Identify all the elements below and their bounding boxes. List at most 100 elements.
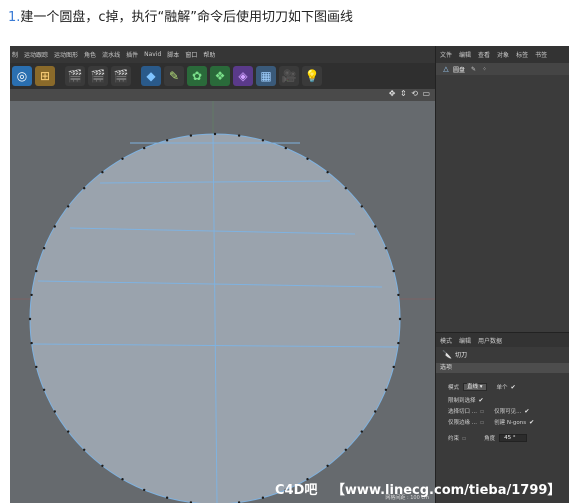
menu-item-3[interactable]: 角色 xyxy=(84,50,96,59)
mode-label: 模式 xyxy=(448,385,460,391)
edges-only-row: 仅限边缘 ... ▫ 创建 N-gons ✔ xyxy=(448,418,534,427)
menu-item-0[interactable]: 制 xyxy=(12,50,18,59)
attribute-tabs: 模式 编辑 用户数据 xyxy=(436,333,569,347)
edges-only-checkbox[interactable]: ▫ xyxy=(480,419,484,426)
object-menu-item-0[interactable]: 文件 xyxy=(440,50,452,59)
object-manager-menu: 文件 编辑 查看 对象 标签 书签 xyxy=(436,46,569,63)
menu-item-6[interactable]: Navid xyxy=(144,51,161,58)
mode-dropdown[interactable]: 直线 ▾ xyxy=(463,383,487,391)
render-region-icon[interactable]: 🎬 xyxy=(88,66,108,86)
restrict-row: 限制到选择 ✔ xyxy=(448,396,484,405)
menu-item-9[interactable]: 帮助 xyxy=(203,50,215,59)
render-view-icon[interactable]: 🎬 xyxy=(65,66,85,86)
vertex-point xyxy=(143,146,146,150)
vertex-point xyxy=(397,341,400,345)
vertex-point xyxy=(101,464,104,467)
vertex-point xyxy=(83,448,86,451)
vertex-point xyxy=(121,478,124,481)
vertex-point xyxy=(397,293,400,297)
vertex-point xyxy=(392,365,395,369)
vertex-point xyxy=(42,388,46,391)
vertex-point xyxy=(261,139,265,142)
viewport-header: ✥ ⇕ ⟲ ▭ xyxy=(10,89,435,101)
angle-input[interactable]: 45 ° xyxy=(499,434,528,442)
options-section[interactable]: 选项 xyxy=(436,363,569,373)
constrain-row: 约束 ▫ 角度 45 ° xyxy=(448,434,528,442)
menu-item-4[interactable]: 流水线 xyxy=(102,50,120,59)
vertex-point xyxy=(35,269,38,273)
object-menu-item-4[interactable]: 标签 xyxy=(516,50,528,59)
polygon-object-icon: △ xyxy=(443,65,449,73)
create-ngons-checkbox[interactable]: ✔ xyxy=(529,419,534,426)
select-cut-row: 选择切口 ... ▫ 仅限可见... ✔ xyxy=(448,407,529,416)
vertex-point xyxy=(53,225,56,228)
object-tags[interactable]: ✎ ⁘ xyxy=(471,66,489,73)
visible-only-checkbox[interactable]: ✔ xyxy=(524,408,529,415)
attribute-tab-1[interactable]: 编辑 xyxy=(459,336,471,345)
watermark-brand: C4D吧 xyxy=(275,483,318,498)
vertex-point xyxy=(384,388,388,391)
object-menu-item-1[interactable]: 编辑 xyxy=(459,50,471,59)
edges-only-label: 仅限边缘 ... xyxy=(448,420,477,426)
restrict-checkbox[interactable]: ✔ xyxy=(479,397,484,404)
attribute-tab-2[interactable]: 用户数据 xyxy=(478,336,502,345)
vertex-point xyxy=(284,146,287,150)
camera-icon[interactable]: 🎥 xyxy=(279,66,299,86)
mode-value: 直线 xyxy=(467,384,479,390)
cube-icon[interactable]: ◆ xyxy=(141,66,161,86)
deformer-icon[interactable]: ◈ xyxy=(233,66,253,86)
vertex-point xyxy=(143,488,146,492)
viewport-3d[interactable]: 网格间距 : 100 cm xyxy=(10,101,435,503)
viewport-canvas[interactable] xyxy=(10,101,435,503)
object-row-disk[interactable]: △ 圆盘 ✎ ⁘ xyxy=(436,63,569,75)
constrain-label: 约束 xyxy=(448,436,460,442)
menu-item-5[interactable]: 插件 xyxy=(126,50,138,59)
object-menu-item-2[interactable]: 查看 xyxy=(478,50,490,59)
vertex-point xyxy=(101,171,104,174)
single-checkbox[interactable]: ✔ xyxy=(511,384,516,391)
restrict-label: 限制到选择 xyxy=(448,398,476,404)
vertex-point xyxy=(344,448,347,451)
vertex-point xyxy=(326,464,329,467)
viewport-nav-icons[interactable]: ✥ ⇕ ⟲ ▭ xyxy=(389,89,431,98)
vertex-point xyxy=(392,269,395,273)
vertex-point xyxy=(121,157,124,160)
vertex-point xyxy=(165,139,169,142)
mode-row: 模式 直线 ▾ 单个 ✔ xyxy=(448,383,516,391)
vertex-point xyxy=(67,430,70,433)
menu-item-1[interactable]: 运动跟踪 xyxy=(24,50,48,59)
vertex-point xyxy=(189,134,193,137)
vertex-point xyxy=(326,171,329,174)
vertex-point xyxy=(344,187,347,190)
menubar: 制运动跟踪 运动图形 角色 流水线 插件 Navid 脚本 窗口 帮助 xyxy=(10,46,435,63)
single-label: 单个 xyxy=(496,385,508,391)
undo-icon[interactable]: ◎ xyxy=(12,66,32,86)
vertex-point xyxy=(42,247,46,250)
menu-item-2[interactable]: 运动图形 xyxy=(54,50,78,59)
vertex-point xyxy=(35,365,38,369)
constrain-checkbox[interactable]: ▫ xyxy=(462,435,466,442)
coordinate-icon[interactable]: ⊞ xyxy=(35,66,55,86)
floor-icon[interactable]: ▦ xyxy=(256,66,276,86)
vertex-point xyxy=(374,410,377,413)
light-icon[interactable]: 💡 xyxy=(302,66,322,86)
attribute-tab-0[interactable]: 模式 xyxy=(440,336,452,345)
array-icon[interactable]: ❖ xyxy=(210,66,230,86)
render-settings-icon[interactable]: 🎬 xyxy=(111,66,131,86)
vertex-point xyxy=(360,430,363,433)
object-menu-item-5[interactable]: 书签 xyxy=(535,50,547,59)
object-menu-item-3[interactable]: 对象 xyxy=(497,50,509,59)
vertex-point xyxy=(30,293,33,297)
object-name[interactable]: 圆盘 xyxy=(453,65,465,74)
vertex-point xyxy=(83,187,86,190)
subdivision-icon[interactable]: ✿ xyxy=(187,66,207,86)
menu-item-8[interactable]: 窗口 xyxy=(185,50,197,59)
right-panel: 文件 编辑 查看 对象 标签 书签 △ 圆盘 ✎ ⁘ 模式 编辑 用户数据 🔪 切刀 选项 模… xyxy=(435,46,569,503)
menu-item-7[interactable]: 脚本 xyxy=(167,50,179,59)
pen-icon[interactable]: ✎ xyxy=(164,66,184,86)
tool-name: 切刀 xyxy=(454,351,467,359)
vertex-point xyxy=(30,341,33,345)
main-toolbar: ◎ ⊞ 🎬 🎬 🎬 ◆ ✎ ✿ ❖ ◈ ▦ 🎥 💡 xyxy=(10,63,435,89)
select-cut-checkbox[interactable]: ▫ xyxy=(480,408,484,415)
vertex-point xyxy=(213,132,217,136)
